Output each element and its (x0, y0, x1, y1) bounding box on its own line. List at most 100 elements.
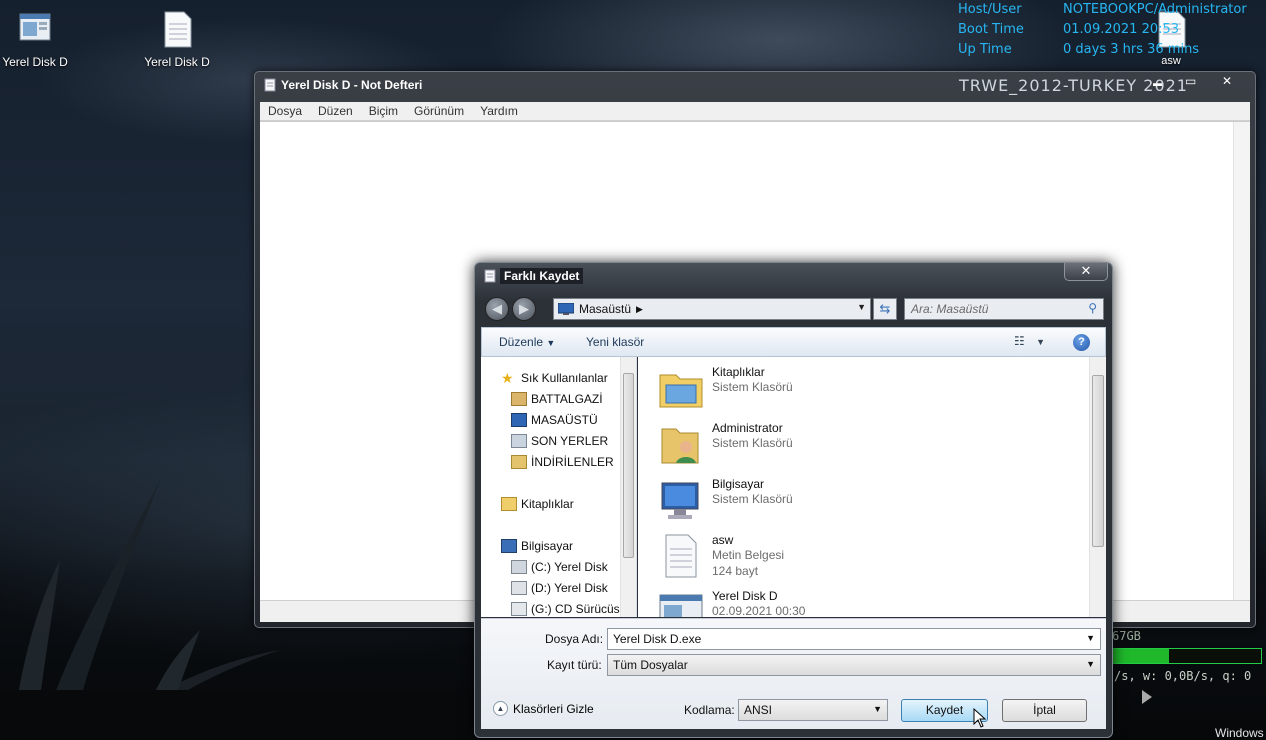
chevron-down-icon[interactable]: ▼ (873, 704, 882, 714)
cancel-button[interactable]: İptal (1002, 699, 1087, 722)
desktop-icon-label: Yerel Disk D (144, 55, 210, 69)
hard-drive-icon (511, 581, 527, 595)
dialog-title: Farklı Kaydet (500, 268, 584, 284)
menu-help[interactable]: Yardım (472, 102, 526, 120)
chevron-down-icon[interactable]: ▼ (857, 302, 866, 312)
nav-fav-battalgazi[interactable]: BATTALGAZİ (511, 392, 603, 406)
dialog-close-button[interactable]: ✕ (1064, 263, 1108, 281)
computer-icon (501, 539, 517, 553)
hide-folders-label: Klasörleri Gizle (513, 701, 594, 716)
file-item-administrator[interactable]: Administrator Sistem Klasörü (658, 421, 793, 467)
desktop-icon-exe[interactable]: Yerel Disk D (0, 10, 75, 69)
encoding-select[interactable]: ANSI ▼ (738, 699, 888, 721)
help-button[interactable]: ? (1073, 334, 1090, 351)
new-folder-button[interactable]: Yeni klasör (586, 335, 644, 349)
notepad-title: Yerel Disk D - Not Defteri (281, 78, 423, 92)
hide-folders-toggle[interactable]: ▲ Klasörleri Gizle (493, 701, 594, 716)
notepad-titlebar[interactable]: Yerel Disk D - Not Defteri (263, 78, 422, 92)
chevron-up-icon: ▲ (493, 701, 508, 716)
nav-drive-c[interactable]: (C:) Yerel Disk (511, 560, 608, 574)
minimize-button[interactable]: ▬ (1153, 78, 1162, 88)
conky-disk-bar (1112, 648, 1262, 664)
filename-value: Yerel Disk D.exe (613, 632, 702, 646)
back-button[interactable]: ◀ (485, 297, 509, 321)
save-as-dialog: Farklı Kaydet ✕ ◀ ▶ Masaüstü ▶ ▼ ⇆ Ara: … (474, 262, 1113, 738)
chevron-down-icon: ▼ (1036, 337, 1045, 347)
organize-button[interactable]: Düzenle ▼ (499, 335, 555, 349)
text-document-icon (164, 11, 192, 48)
scrollbar-thumb[interactable] (1092, 375, 1104, 547)
file-size: 124 bayt (712, 564, 759, 578)
scrollbar-thumb[interactable] (623, 373, 634, 558)
search-input[interactable]: Ara: Masaüstü ⚲ (904, 298, 1104, 320)
recent-places-icon (511, 434, 527, 448)
file-name: Bilgisayar (712, 477, 765, 491)
chevron-down-icon[interactable]: ▼ (1086, 633, 1095, 643)
address-location: Masaüstü (579, 302, 632, 316)
file-item-computer[interactable]: Bilgisayar Sistem Klasörü (658, 477, 793, 523)
file-name: Yerel Disk D (712, 589, 778, 603)
cd-drive-icon (511, 602, 527, 616)
desktop-icon-textfile[interactable]: Yerel Disk D (137, 10, 217, 69)
chevron-down-icon[interactable]: ▼ (1086, 659, 1095, 669)
conky-boot-value: 01.09.2021 20:53 (1063, 22, 1180, 37)
search-icon: ⚲ (1088, 301, 1097, 315)
notepad-menubar: Dosya Düzen Biçim Görünüm Yardım (260, 102, 1250, 121)
view-list-icon: ☷ (1013, 334, 1025, 348)
file-item-yerel-disk-d[interactable]: Yerel Disk D 02.09.2021 00:30 (658, 589, 805, 617)
conky-host-value: NOTEBOOKPC/Administrator (1063, 2, 1247, 17)
navigation-scrollbar[interactable] (620, 357, 636, 617)
menu-edit[interactable]: Düzen (310, 102, 361, 120)
nav-favorites[interactable]: ★ Sık Kullanılanlar (501, 371, 608, 385)
organize-label: Düzenle (499, 335, 544, 349)
user-folder-icon (661, 428, 699, 464)
file-detail: Sistem Klasörü (712, 436, 793, 450)
filetype-label: Kayıt türü: (547, 658, 602, 672)
conky-uptime-value: 0 days 3 hrs 36 mins (1063, 42, 1200, 57)
menu-format[interactable]: Biçim (361, 102, 406, 120)
save-options-pane: Dosya Adı: Yerel Disk D.exe ▼ Kayıt türü… (481, 618, 1106, 729)
breadcrumb-chevron-icon[interactable]: ▶ (636, 304, 643, 315)
notepad-scrollbar[interactable] (1233, 122, 1250, 600)
nav-label: (G:) CD Sürücüsü (531, 602, 627, 616)
menu-file[interactable]: Dosya (260, 102, 310, 120)
file-name: Kitaplıklar (712, 365, 765, 379)
notepad-icon (484, 269, 496, 283)
conky-host-label: Host/User (958, 2, 1022, 17)
file-item-asw[interactable]: asw Metin Belgesi 124 bayt (658, 533, 784, 579)
maximize-button[interactable]: ▭ (1185, 74, 1196, 88)
nav-label: (D:) Yerel Disk (531, 581, 608, 595)
nav-fav-recent[interactable]: SON YERLER (511, 434, 608, 448)
library-folder-icon (659, 374, 703, 408)
arrow-right-icon: ▶ (519, 301, 529, 316)
arrow-left-icon: ◀ (492, 301, 502, 316)
filetype-select[interactable]: Tüm Dosyalar ▼ (607, 654, 1101, 676)
nav-drive-d[interactable]: (D:) Yerel Disk (511, 581, 608, 595)
address-bar[interactable]: Masaüstü ▶ ▼ (553, 298, 871, 320)
library-folder-icon (501, 497, 517, 511)
conky-disk-text: 67GB (1112, 629, 1141, 643)
nav-computer[interactable]: Bilgisayar (501, 539, 573, 553)
dialog-titlebar[interactable]: Farklı Kaydet (483, 268, 584, 284)
desktop-icon-label: Yerel Disk D (2, 55, 68, 69)
nav-drive-g[interactable]: (G:) CD Sürücüsü (511, 602, 626, 616)
filetype-value: Tüm Dosyalar (613, 658, 688, 672)
file-list-scrollbar[interactable] (1089, 357, 1106, 617)
close-button[interactable]: ✕ (1222, 74, 1232, 88)
nav-label: Sık Kullanılanlar (521, 371, 608, 385)
nav-fav-desktop[interactable]: MASAÜSTÜ (511, 413, 598, 427)
downloads-folder-icon (511, 455, 527, 469)
navigation-pane: ★ Sık Kullanılanlar BATTALGAZİ MASAÜSTÜ … (481, 357, 637, 617)
file-item-libraries[interactable]: Kitaplıklar Sistem Klasörü (658, 365, 793, 411)
nav-libraries[interactable]: Kitaplıklar (501, 497, 574, 511)
nav-fav-downloads[interactable]: İNDİRİLENLER (511, 455, 614, 469)
view-options-button[interactable]: ☷ ▼ (1014, 334, 1045, 348)
refresh-button[interactable]: ⇆ (873, 298, 897, 320)
desktop-icon (511, 413, 527, 427)
menu-view[interactable]: Görünüm (406, 102, 472, 120)
nav-label: SON YERLER (531, 434, 609, 448)
encoding-label: Kodlama: (684, 703, 735, 717)
dialog-toolbar: Düzenle ▼ Yeni klasör ☷ ▼ ? (481, 327, 1106, 357)
forward-button[interactable]: ▶ (512, 297, 536, 321)
filename-input[interactable]: Yerel Disk D.exe ▼ (607, 628, 1101, 650)
